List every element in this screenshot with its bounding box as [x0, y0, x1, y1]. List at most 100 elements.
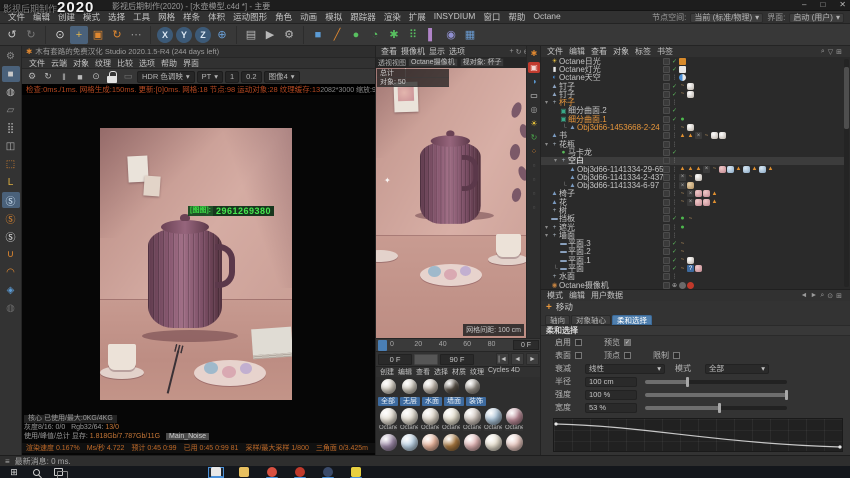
axis-mode-icon[interactable]: L	[2, 174, 20, 190]
clay-mode-icon[interactable]: ▭	[528, 90, 540, 101]
dots-tag-icon[interactable]: ⋮	[671, 166, 678, 173]
material-menu-item-1[interactable]: 编辑	[396, 367, 414, 377]
tree-row[interactable]: └▲Obj3d66-1141334-6-97⋮×	[541, 181, 844, 189]
material-swatch[interactable]	[421, 434, 439, 451]
material-swatch[interactable]	[463, 434, 481, 451]
x-axis-lock-icon[interactable]: X	[157, 27, 173, 43]
check-tag-icon[interactable]: ✓	[671, 58, 678, 65]
slider-value-field[interactable]: 100 %	[585, 390, 637, 400]
dots-tag-icon[interactable]: ⋮	[671, 182, 678, 189]
visibility-dot-icon[interactable]	[663, 91, 670, 98]
dots-tag-icon[interactable]: ⋮	[671, 190, 678, 197]
texw-tag-icon[interactable]	[711, 132, 718, 139]
dots-tag-icon[interactable]: ⋮	[671, 157, 678, 164]
tree-row[interactable]: ▬平面.1✓~	[541, 256, 844, 264]
checkbox[interactable]	[575, 339, 582, 346]
warn-tag-icon[interactable]: ▲	[679, 166, 686, 173]
tree-row[interactable]: └▲Obj3d66-1453668-2-24⋮~	[541, 123, 844, 131]
viewport-menu-item-2[interactable]: 显示	[427, 46, 447, 57]
object-tree-scrollbar[interactable]	[844, 59, 849, 287]
visibility-dot-icon[interactable]	[663, 182, 670, 189]
dots-tag-icon[interactable]: ⋮	[671, 141, 678, 148]
texw-tag-icon[interactable]	[687, 124, 694, 131]
daylight-icon[interactable]: ☀	[528, 118, 540, 129]
taskbar-app-c4d[interactable]	[208, 467, 224, 478]
tagred-tag-icon[interactable]	[687, 282, 694, 289]
visibility-dot-icon[interactable]	[663, 58, 670, 65]
visibility-dot-icon[interactable]	[663, 257, 670, 264]
visibility-dot-icon[interactable]	[663, 74, 670, 81]
tool-slot-icon[interactable]: ▫	[528, 160, 540, 171]
history-back-icon[interactable]: ◄	[800, 292, 807, 300]
focus-target-icon[interactable]: ◎	[528, 104, 540, 115]
expand-toggle-icon[interactable]: ▾	[552, 157, 559, 164]
octane-menu-item-4[interactable]: 比较	[114, 58, 136, 69]
menu-item-0[interactable]: 文件	[4, 11, 29, 23]
kernel-select[interactable]: PT▾	[197, 71, 223, 83]
material-menu-item-3[interactable]: 选择	[432, 367, 450, 377]
render-picture-icon[interactable]: ▶	[261, 26, 279, 44]
attribute-tab-1[interactable]: 对象轴心	[571, 315, 611, 325]
tree-row[interactable]: +树⋮	[541, 206, 844, 214]
timeline-ruler[interactable]: 020406080 0 F	[376, 338, 541, 351]
material-menu-item-6[interactable]: Cycles 4D	[486, 367, 522, 377]
texp-tag-icon[interactable]	[695, 265, 702, 272]
task-view-icon[interactable]	[50, 467, 66, 478]
render-view-icon[interactable]: ▤	[242, 26, 260, 44]
add-sphere-icon[interactable]: ●	[347, 26, 365, 44]
slider-handle[interactable]	[686, 377, 689, 387]
check-tag-icon[interactable]: ✓	[671, 240, 678, 247]
last-tool-icon[interactable]: ⋯	[127, 26, 145, 44]
material-swatch[interactable]	[400, 434, 418, 451]
check-tag-icon[interactable]: ✓	[671, 116, 678, 123]
visibility-dot-icon[interactable]	[663, 166, 670, 173]
viewport-menu-item-3[interactable]: 选项	[447, 46, 467, 57]
material-swatch[interactable]	[379, 434, 397, 451]
dots-tag-icon[interactable]: ⋮	[671, 207, 678, 214]
spline-tag-icon[interactable]: ~	[679, 124, 686, 131]
edges-mode-icon[interactable]: ◫	[2, 138, 20, 154]
menu-item-19[interactable]: Octane	[529, 11, 564, 23]
field-icon[interactable]: ▌	[423, 26, 441, 44]
node-space-select[interactable]: 当前 (标准/物理)▾	[690, 13, 763, 23]
visibility-dot-icon[interactable]	[663, 240, 670, 247]
check-tag-icon[interactable]: ✓	[671, 265, 678, 272]
expand-toggle-icon[interactable]: ▾	[543, 99, 550, 106]
visibility-dot-icon[interactable]	[663, 215, 670, 222]
expand-toggle-icon[interactable]: ▾	[543, 232, 550, 239]
menu-item-16[interactable]: INSYDIUM	[430, 11, 480, 23]
attribute-menu-item-0[interactable]: 模式	[544, 290, 566, 301]
check-tag-icon[interactable]: ✓	[671, 149, 678, 156]
visibility-dot-icon[interactable]	[663, 124, 670, 131]
warn-tag-icon[interactable]: ▲	[679, 132, 686, 139]
attribute-tab-0[interactable]: 轴向	[545, 315, 570, 325]
mograph-icon[interactable]: ✱	[385, 26, 403, 44]
undo-icon[interactable]: ↺	[3, 26, 21, 44]
taskbar-app-browser-dark[interactable]	[320, 467, 336, 478]
tagb-tag-icon[interactable]	[679, 74, 686, 81]
checkbox[interactable]	[624, 352, 631, 359]
check-tag-icon[interactable]: ✓	[671, 83, 678, 90]
menu-item-5[interactable]: 工具	[129, 11, 154, 23]
tago-tag-icon[interactable]	[679, 58, 686, 65]
texp-tag-icon[interactable]	[703, 199, 710, 206]
warn-tag-icon[interactable]: ▲	[687, 166, 694, 173]
lock-panel-icon[interactable]: ⊙	[827, 292, 833, 300]
visibility-dot-icon[interactable]	[663, 190, 670, 197]
end-frame-field[interactable]: 90 F	[440, 354, 474, 365]
check-tag-icon[interactable]: ✓	[671, 91, 678, 98]
visibility-dot-icon[interactable]	[663, 132, 670, 139]
menu-item-8[interactable]: 体积	[204, 11, 229, 23]
menu-item-4[interactable]: 选择	[104, 11, 129, 23]
slider-track[interactable]	[645, 380, 787, 384]
visibility-dot-icon[interactable]	[663, 99, 670, 106]
play-button[interactable]: ►	[526, 353, 539, 365]
check-tag-icon[interactable]: ✓	[671, 215, 678, 222]
tree-row[interactable]: ◉Octane摄像机⊕	[541, 281, 844, 289]
material-layer-tab-0[interactable]: 全部	[378, 397, 398, 406]
dotg-tag-icon[interactable]: ●	[679, 224, 686, 231]
attribute-tab-2[interactable]: 柔和选择	[612, 315, 652, 325]
tool-slot-icon[interactable]: ▫	[528, 202, 540, 213]
menu-item-13[interactable]: 跟踪器	[346, 11, 380, 23]
view-name-label[interactable]: 透视视图	[378, 58, 406, 68]
